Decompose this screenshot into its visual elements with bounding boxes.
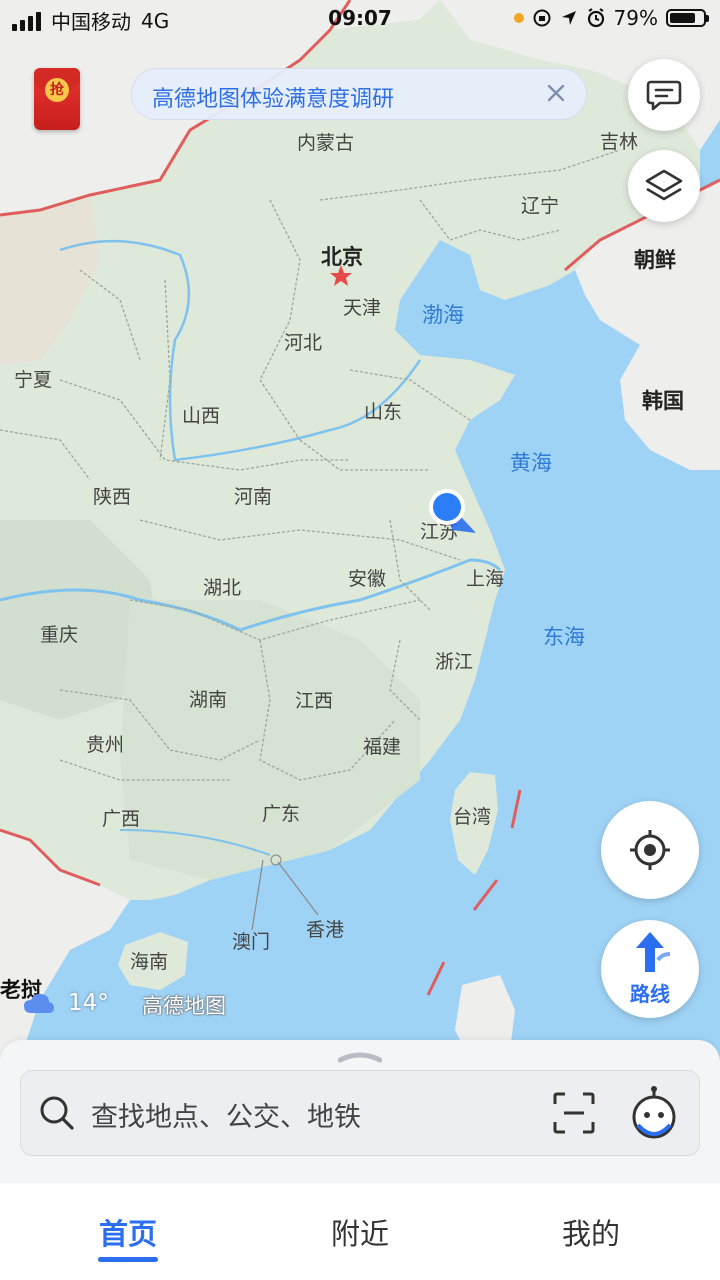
red-packet-label: 抢 bbox=[45, 78, 69, 102]
tab-nearby[interactable]: 附近 bbox=[300, 1211, 420, 1253]
rotation-lock-icon bbox=[533, 9, 551, 27]
weather-widget[interactable]: 14° bbox=[22, 990, 109, 1016]
message-button[interactable] bbox=[628, 59, 700, 131]
label-hanguo[interactable]: 韩国 bbox=[642, 389, 684, 413]
map-view[interactable]: 内蒙古 吉林 辽宁 天津 河北 宁夏 山西 山东 陕西 河南 江苏 湖北 安徽 … bbox=[0, 0, 720, 1060]
search-icon bbox=[40, 1096, 74, 1130]
scan-icon[interactable] bbox=[553, 1092, 595, 1134]
survey-banner[interactable]: 高德地图体验满意度调研 bbox=[131, 68, 587, 120]
red-packet-button[interactable]: 抢 bbox=[34, 68, 80, 130]
label-hainan[interactable]: 海南 bbox=[130, 951, 168, 973]
cloud-icon bbox=[24, 993, 54, 1013]
label-ningxia[interactable]: 宁夏 bbox=[14, 369, 52, 391]
label-beijing[interactable]: 北京 bbox=[321, 245, 363, 269]
layers-button[interactable] bbox=[628, 150, 700, 222]
tab-mine-label: 我的 bbox=[561, 1217, 620, 1251]
label-anhui[interactable]: 安徽 bbox=[348, 568, 386, 590]
survey-text[interactable]: 高德地图体验满意度调研 bbox=[152, 81, 394, 113]
label-shanxi[interactable]: 山西 bbox=[182, 405, 220, 427]
label-donghai[interactable]: 东海 bbox=[543, 625, 585, 649]
status-bar: 中国移动 4G 09:07 79% bbox=[0, 0, 720, 40]
label-aomen[interactable]: 澳门 bbox=[232, 931, 270, 953]
label-xianggang[interactable]: 香港 bbox=[306, 919, 344, 941]
label-hebei[interactable]: 河北 bbox=[284, 332, 322, 354]
label-taiwan[interactable]: 台湾 bbox=[453, 806, 491, 828]
label-shanghai[interactable]: 上海 bbox=[466, 568, 504, 590]
route-arrow-icon bbox=[636, 932, 671, 972]
battery-percent: 79% bbox=[613, 6, 658, 30]
alarm-icon bbox=[587, 8, 604, 28]
label-henan[interactable]: 河南 bbox=[234, 486, 272, 508]
crosshair-icon bbox=[630, 830, 670, 870]
route-label: 路线 bbox=[630, 982, 670, 1006]
tab-active-indicator bbox=[98, 1257, 158, 1262]
label-zhejiang[interactable]: 浙江 bbox=[435, 651, 473, 673]
label-neimenggu[interactable]: 内蒙古 bbox=[297, 132, 354, 154]
label-chongqing[interactable]: 重庆 bbox=[40, 624, 78, 646]
voice-assistant-icon[interactable] bbox=[629, 1085, 679, 1141]
label-shaanxi[interactable]: 陕西 bbox=[93, 486, 131, 508]
tab-bar: 首页 附近 我的 bbox=[0, 1183, 720, 1280]
label-fujian[interactable]: 福建 bbox=[363, 736, 401, 758]
chat-bubble-icon bbox=[646, 80, 682, 111]
status-right: 79% bbox=[513, 6, 709, 30]
bottom-sheet[interactable]: 查找地点、公交、地铁 bbox=[0, 1040, 720, 1190]
label-tianjin[interactable]: 天津 bbox=[343, 297, 381, 319]
label-bohai[interactable]: 渤海 bbox=[422, 303, 464, 327]
layers-icon bbox=[645, 169, 683, 201]
label-chaoxian[interactable]: 朝鲜 bbox=[634, 248, 676, 272]
label-guangdong[interactable]: 广东 bbox=[262, 803, 300, 825]
battery-icon bbox=[666, 9, 709, 27]
tab-home[interactable]: 首页 bbox=[68, 1211, 188, 1262]
tab-home-label: 首页 bbox=[98, 1217, 157, 1251]
label-jilin[interactable]: 吉林 bbox=[600, 131, 638, 153]
sheet-handle-icon[interactable] bbox=[338, 1048, 382, 1064]
label-jiangxi[interactable]: 江西 bbox=[295, 690, 333, 712]
route-button[interactable]: 路线 bbox=[601, 920, 699, 1018]
tab-nearby-label: 附近 bbox=[330, 1217, 389, 1251]
location-arrow-icon bbox=[561, 11, 576, 25]
label-hunan[interactable]: 湖南 bbox=[189, 689, 227, 711]
label-hubei[interactable]: 湖北 bbox=[203, 577, 241, 599]
weather-temperature: 14° bbox=[68, 990, 109, 1016]
search-input[interactable]: 查找地点、公交、地铁 bbox=[91, 1095, 361, 1134]
locate-me-button[interactable] bbox=[601, 801, 699, 899]
label-guizhou[interactable]: 贵州 bbox=[86, 734, 124, 756]
label-huanghai[interactable]: 黄海 bbox=[510, 451, 552, 475]
tab-mine[interactable]: 我的 bbox=[531, 1211, 651, 1253]
brand-watermark: 高德地图 bbox=[142, 994, 226, 1018]
label-liaoning[interactable]: 辽宁 bbox=[521, 195, 559, 217]
search-bar[interactable]: 查找地点、公交、地铁 bbox=[20, 1070, 700, 1156]
current-location-icon bbox=[433, 493, 461, 521]
label-guangxi[interactable]: 广西 bbox=[102, 808, 140, 830]
mic-indicator-icon bbox=[513, 13, 524, 23]
close-icon[interactable] bbox=[542, 79, 570, 107]
label-shandong[interactable]: 山东 bbox=[364, 401, 402, 423]
